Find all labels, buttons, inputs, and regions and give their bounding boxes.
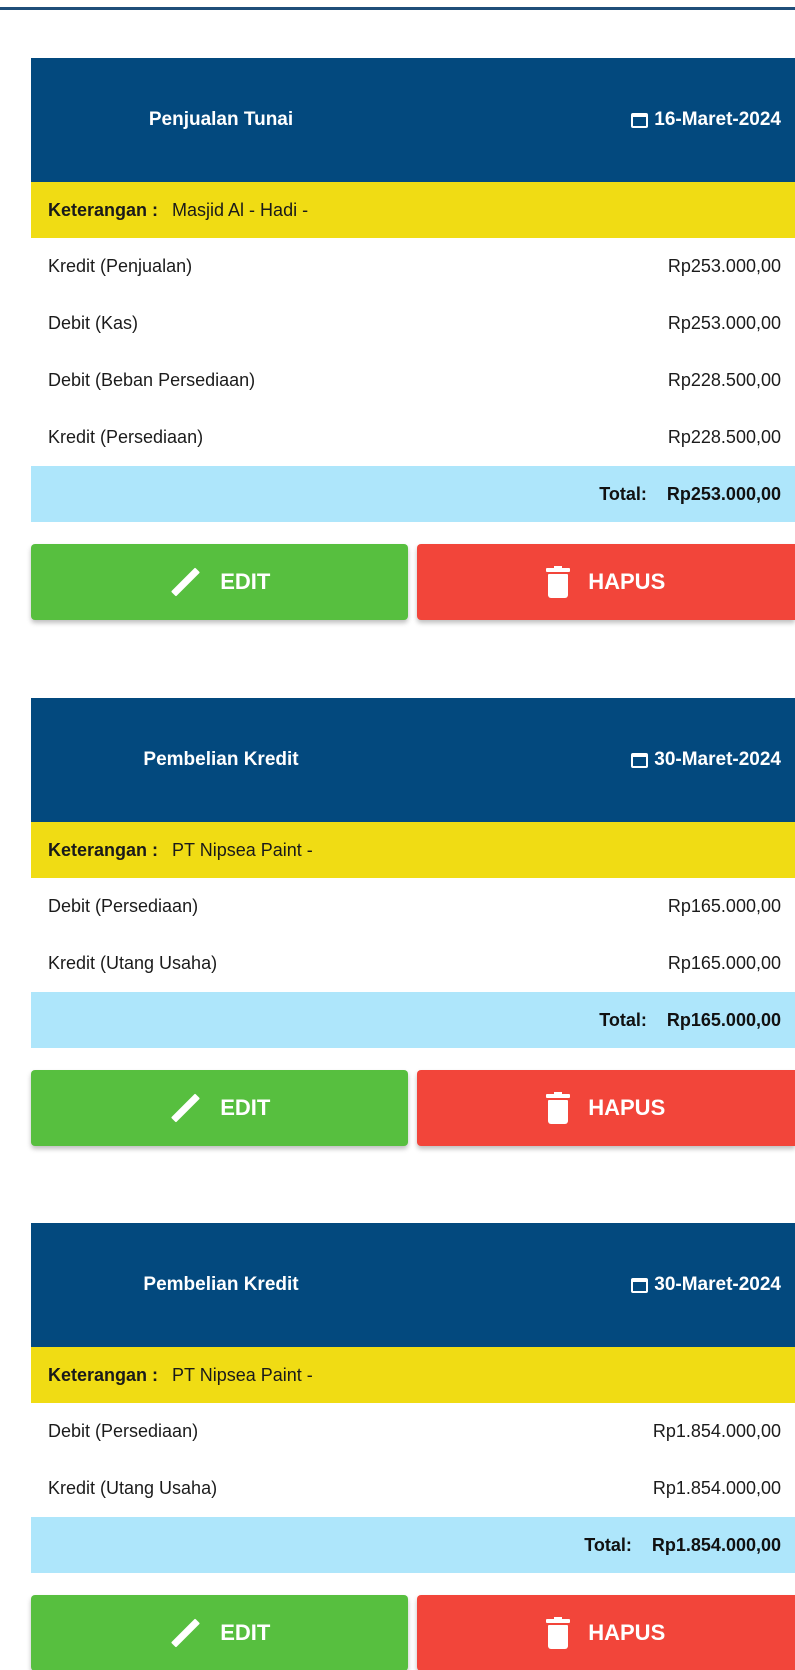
- keterangan-bar: Keterangan : PT Nipsea Paint -: [31, 822, 795, 878]
- account-amount: Rp228.500,00: [667, 370, 781, 390]
- keterangan-label: Keterangan :: [48, 839, 159, 860]
- total-bar: Total: Rp165.000,00: [31, 992, 795, 1048]
- date-text: 30-Maret-2024: [654, 749, 781, 770]
- total-label: Total:: [584, 1534, 632, 1555]
- account-amount: Rp1.854.000,00: [652, 1478, 781, 1498]
- calendar-icon: [631, 112, 649, 128]
- pencil-icon: [168, 565, 202, 599]
- transaction-card: Penjualan Tunai 16-Maret-2024 Keterangan…: [31, 58, 795, 620]
- keterangan-value: PT Nipsea Paint -: [172, 839, 313, 860]
- transaction-type: Pembelian Kredit: [143, 1274, 299, 1295]
- card-header: Penjualan Tunai 16-Maret-2024: [31, 58, 795, 182]
- date-text: 16-Maret-2024: [654, 109, 781, 130]
- hapus-label: HAPUS: [588, 1095, 666, 1120]
- account-label: Kredit (Penjualan): [48, 256, 193, 276]
- total-bar: Total: Rp1.854.000,00: [31, 1517, 795, 1573]
- total-label: Total:: [599, 1009, 647, 1030]
- action-buttons: EDIT HAPUS: [31, 544, 795, 620]
- top-bar: [0, 0, 795, 10]
- trash-icon: [546, 1617, 571, 1649]
- account-amount: Rp253.000,00: [667, 256, 781, 276]
- journal-row: Kredit (Utang Usaha) Rp165.000,00: [31, 935, 795, 992]
- hapus-label: HAPUS: [588, 569, 666, 594]
- edit-button[interactable]: EDIT: [31, 544, 408, 620]
- pencil-icon: [168, 1616, 202, 1650]
- card-header: Pembelian Kredit 30-Maret-2024: [31, 1223, 795, 1347]
- keterangan-label: Keterangan :: [48, 199, 159, 220]
- trash-icon: [546, 1092, 571, 1124]
- edit-button[interactable]: EDIT: [31, 1070, 408, 1146]
- total-label: Total:: [599, 483, 647, 504]
- trash-icon: [546, 566, 571, 598]
- account-label: Debit (Kas): [48, 313, 139, 333]
- transaction-date: 30-Maret-2024: [631, 749, 795, 771]
- transaction-type: Penjualan Tunai: [148, 109, 294, 130]
- keterangan-bar: Keterangan : Masjid Al - Hadi -: [31, 182, 795, 238]
- keterangan-value: Masjid Al - Hadi -: [172, 199, 309, 220]
- account-amount: Rp1.854.000,00: [652, 1421, 781, 1441]
- account-label: Debit (Beban Persediaan): [48, 370, 256, 390]
- edit-button[interactable]: EDIT: [31, 1595, 408, 1670]
- account-amount: Rp253.000,00: [667, 313, 781, 333]
- calendar-icon: [631, 752, 649, 768]
- edit-label: EDIT: [220, 1095, 271, 1120]
- total-value: Rp253.000,00: [666, 483, 781, 504]
- edit-label: EDIT: [220, 1620, 271, 1645]
- account-label: Kredit (Utang Usaha): [48, 953, 218, 973]
- date-text: 30-Maret-2024: [654, 1274, 781, 1295]
- account-label: Debit (Persediaan): [48, 1421, 199, 1441]
- journal-row: Debit (Persediaan) Rp165.000,00: [31, 878, 795, 935]
- transaction-card: Pembelian Kredit 30-Maret-2024 Keteranga…: [31, 1223, 795, 1670]
- action-buttons: EDIT HAPUS: [31, 1070, 795, 1146]
- delete-button[interactable]: HAPUS: [416, 544, 795, 620]
- account-label: Kredit (Persediaan): [48, 427, 204, 447]
- journal-row: Debit (Kas) Rp253.000,00: [31, 295, 795, 352]
- account-amount: Rp165.000,00: [667, 953, 781, 973]
- account-label: Debit (Persediaan): [48, 896, 199, 916]
- account-label: Kredit (Utang Usaha): [48, 1478, 218, 1498]
- action-buttons: EDIT HAPUS: [31, 1595, 795, 1670]
- journal-row: Kredit (Utang Usaha) Rp1.854.000,00: [31, 1460, 795, 1517]
- calendar-icon: [631, 1277, 649, 1293]
- transaction-date: 30-Maret-2024: [631, 1274, 795, 1296]
- account-amount: Rp228.500,00: [667, 427, 781, 447]
- account-amount: Rp165.000,00: [667, 896, 781, 916]
- journal-row: Debit (Persediaan) Rp1.854.000,00: [31, 1403, 795, 1460]
- card-header: Pembelian Kredit 30-Maret-2024: [31, 698, 795, 822]
- journal-row: Kredit (Persediaan) Rp228.500,00: [31, 409, 795, 466]
- transaction-card: Pembelian Kredit 30-Maret-2024 Keteranga…: [31, 698, 795, 1146]
- journal-row: Kredit (Penjualan) Rp253.000,00: [31, 238, 795, 295]
- keterangan-label: Keterangan :: [48, 1364, 159, 1385]
- total-value: Rp165.000,00: [666, 1009, 781, 1030]
- pencil-icon: [168, 1091, 202, 1125]
- keterangan-bar: Keterangan : PT Nipsea Paint -: [31, 1347, 795, 1403]
- total-bar: Total: Rp253.000,00: [31, 466, 795, 522]
- keterangan-value: PT Nipsea Paint -: [172, 1364, 313, 1385]
- hapus-label: HAPUS: [588, 1620, 666, 1645]
- journal-row: Debit (Beban Persediaan) Rp228.500,00: [31, 352, 795, 409]
- edit-label: EDIT: [220, 569, 271, 594]
- total-value: Rp1.854.000,00: [651, 1534, 781, 1555]
- transaction-type: Pembelian Kredit: [143, 749, 299, 770]
- transaction-date: 16-Maret-2024: [631, 109, 795, 131]
- delete-button[interactable]: HAPUS: [416, 1595, 795, 1670]
- delete-button[interactable]: HAPUS: [416, 1070, 795, 1146]
